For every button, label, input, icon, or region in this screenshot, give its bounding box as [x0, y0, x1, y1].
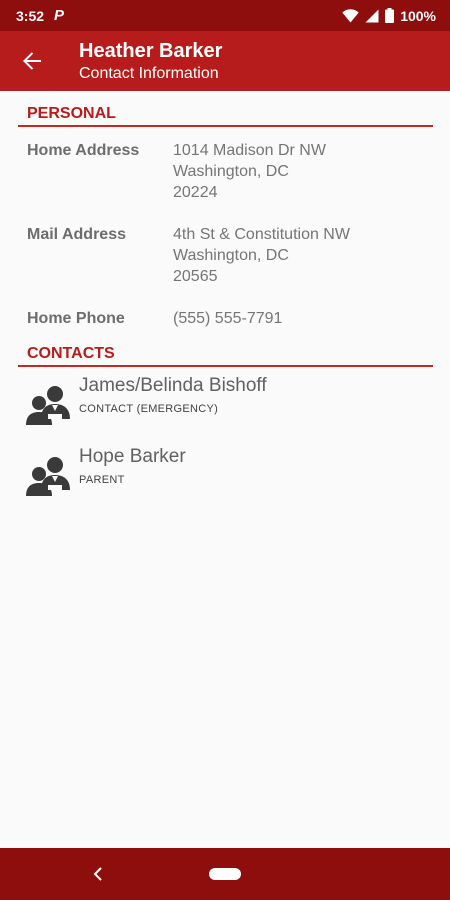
- contact-name: Hope Barker: [79, 446, 186, 467]
- mail-address-line-3: 20565: [173, 268, 218, 285]
- mail-address-value[interactable]: 4th St & Constitution NW Washington, DC …: [173, 224, 350, 287]
- home-address-label: Home Address: [27, 142, 140, 159]
- contact-role: CONTACT (EMERGENCY): [79, 403, 219, 415]
- status-left: 3:52 P: [16, 7, 64, 24]
- back-button[interactable]: [0, 31, 64, 91]
- chevron-left-icon: [93, 867, 102, 881]
- page-subtitle: Contact Information: [79, 65, 219, 82]
- contact-item[interactable]: James/Belinda Bishoff CONTACT (EMERGENCY…: [0, 374, 450, 429]
- signal-icon: [365, 9, 379, 22]
- app-bar: Heather Barker Contact Information: [0, 31, 450, 91]
- contact-item[interactable]: Hope Barker PARENT: [0, 445, 450, 500]
- parking-notification-icon: P: [54, 7, 65, 24]
- people-icon: [26, 457, 70, 496]
- contact-text: James/Belinda Bishoff CONTACT (EMERGENCY…: [79, 374, 267, 415]
- contacts-header-label: CONTACTS: [27, 345, 115, 362]
- contact-name: James/Belinda Bishoff: [79, 375, 267, 396]
- home-phone-label: Home Phone: [27, 310, 125, 327]
- nav-home-pill[interactable]: [209, 868, 241, 880]
- mail-address-line-1: 4th St & Constitution NW: [173, 226, 350, 243]
- people-icon: [26, 386, 70, 425]
- arrow-left-icon: [23, 52, 41, 70]
- app-bar-titles: Heather Barker Contact Information: [79, 38, 222, 84]
- mail-address-label: Mail Address: [27, 226, 126, 243]
- contact-text: Hope Barker PARENT: [79, 445, 186, 486]
- mail-address-field: Mail Address 4th St & Constitution NW Wa…: [0, 224, 450, 287]
- home-address-line-1: 1014 Madison Dr NW: [173, 142, 326, 159]
- home-address-line-3: 20224: [173, 184, 218, 201]
- battery-icon: [385, 8, 395, 23]
- contact-role: PARENT: [79, 474, 125, 486]
- home-phone-field: Home Phone (555) 555-7791: [0, 308, 450, 329]
- home-address-field: Home Address 1014 Madison Dr NW Washingt…: [0, 140, 450, 203]
- navigation-bar: [0, 848, 450, 900]
- personal-section-header: PERSONAL: [18, 91, 433, 127]
- wifi-icon: [342, 8, 359, 22]
- personal-header-label: PERSONAL: [27, 105, 116, 122]
- mail-address-line-2: Washington, DC: [173, 247, 289, 264]
- home-phone-number: (555) 555-7791: [173, 310, 283, 327]
- home-address-value[interactable]: 1014 Madison Dr NW Washington, DC 20224: [173, 140, 326, 203]
- status-time: 3:52: [16, 7, 45, 24]
- status-bar: 3:52 P 100%: [0, 0, 450, 31]
- home-address-line-2: Washington, DC: [173, 163, 289, 180]
- status-right: 100%: [342, 8, 436, 24]
- page-title: Heather Barker: [79, 40, 223, 62]
- home-phone-value[interactable]: (555) 555-7791: [173, 308, 282, 329]
- contacts-section-header: CONTACTS: [18, 331, 433, 367]
- battery-percent: 100%: [400, 7, 436, 24]
- content: PERSONAL Home Address 1014 Madison Dr NW…: [0, 91, 450, 500]
- nav-back-button[interactable]: [88, 862, 108, 886]
